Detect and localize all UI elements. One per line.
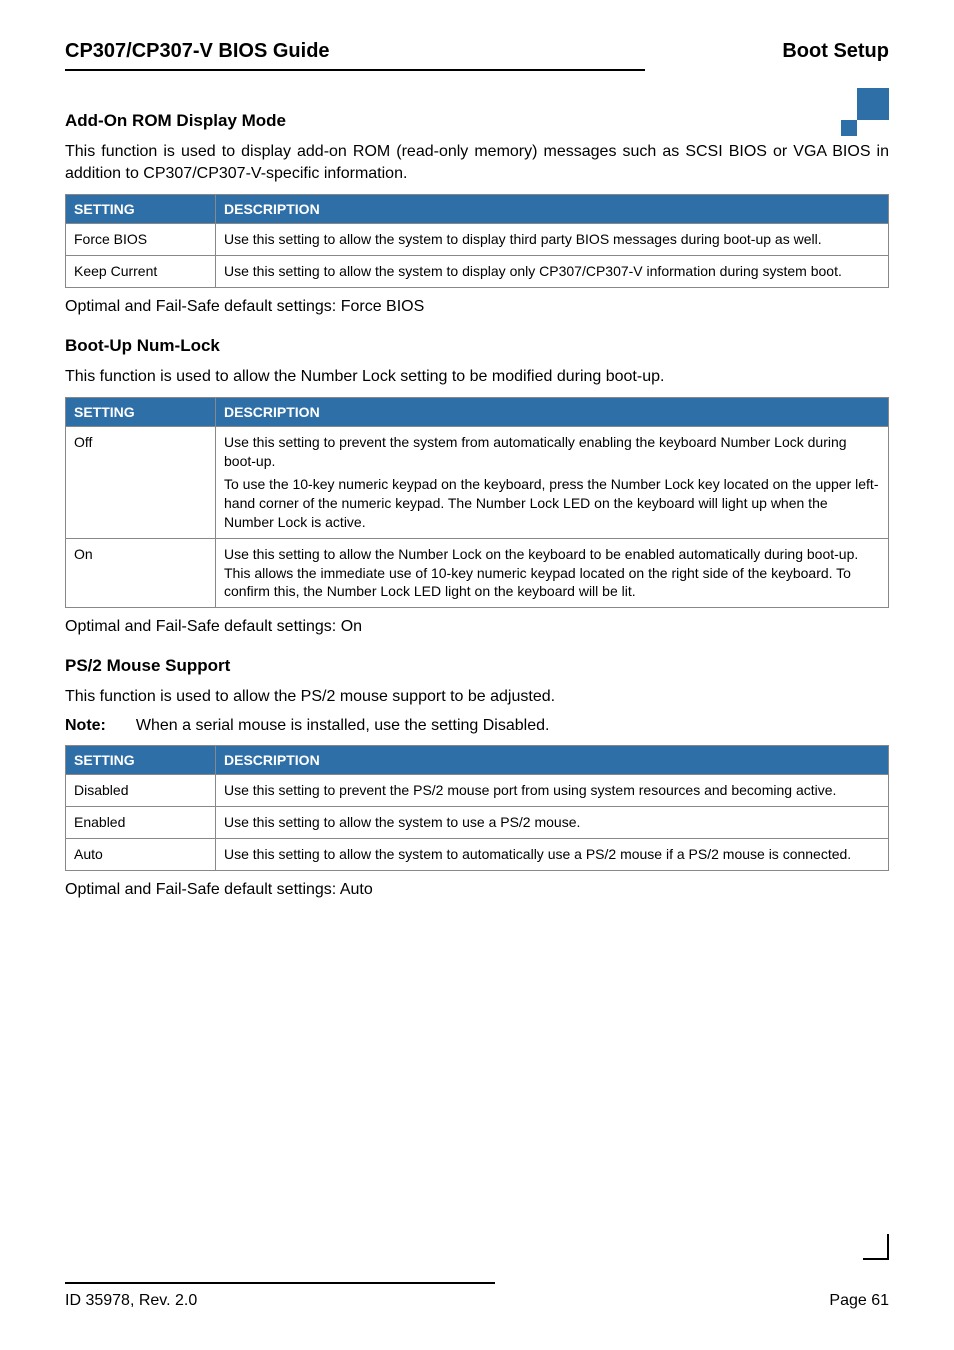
cell-description: Use this setting to allow the system to … bbox=[216, 807, 889, 839]
footer-rule bbox=[65, 1282, 495, 1284]
cell-setting: Force BIOS bbox=[66, 224, 216, 256]
cell-description: Use this setting to allow the Number Loc… bbox=[216, 538, 889, 608]
table-header-setting: SETTING bbox=[66, 398, 216, 427]
page-header: CP307/CP307-V BIOS Guide Boot Setup bbox=[65, 40, 889, 63]
table-header-description: DESCRIPTION bbox=[216, 398, 889, 427]
cell-setting: Enabled bbox=[66, 807, 216, 839]
cell-setting: Auto bbox=[66, 839, 216, 871]
header-left: CP307/CP307-V BIOS Guide bbox=[65, 40, 330, 63]
cell-paragraph: To use the 10-key numeric keypad on the … bbox=[224, 475, 880, 532]
section-intro-numlock: This function is used to allow the Numbe… bbox=[65, 366, 889, 388]
section-title-numlock: Boot-Up Num-Lock bbox=[65, 336, 889, 356]
cell-setting: Keep Current bbox=[66, 256, 216, 288]
cell-setting: On bbox=[66, 538, 216, 608]
table-header-setting: SETTING bbox=[66, 746, 216, 775]
cell-paragraph: Use this setting to prevent the system f… bbox=[224, 433, 880, 471]
table-row: Enabled Use this setting to allow the sy… bbox=[66, 807, 889, 839]
section-footer-numlock: Optimal and Fail-Safe default settings: … bbox=[65, 616, 889, 638]
note-row: Note: When a serial mouse is installed, … bbox=[65, 717, 889, 735]
footer-right: Page 61 bbox=[829, 1292, 889, 1310]
table-header-setting: SETTING bbox=[66, 195, 216, 224]
table-row: Keep Current Use this setting to allow t… bbox=[66, 256, 889, 288]
table-numlock: SETTING DESCRIPTION Off Use this setting… bbox=[65, 397, 889, 608]
table-header-description: DESCRIPTION bbox=[216, 195, 889, 224]
cell-description: Use this setting to allow the system to … bbox=[216, 839, 889, 871]
cell-description: Use this setting to prevent the PS/2 mou… bbox=[216, 775, 889, 807]
header-rule bbox=[65, 69, 645, 71]
table-row: Force BIOS Use this setting to allow the… bbox=[66, 224, 889, 256]
cell-setting: Disabled bbox=[66, 775, 216, 807]
table-row: On Use this setting to allow the Number … bbox=[66, 538, 889, 608]
section-title-addon-rom: Add-On ROM Display Mode bbox=[65, 111, 889, 131]
note-text: When a serial mouse is installed, use th… bbox=[136, 717, 550, 735]
section-intro-ps2: This function is used to allow the PS/2 … bbox=[65, 686, 889, 708]
table-header-description: DESCRIPTION bbox=[216, 746, 889, 775]
decorative-corner-bottom-icon bbox=[863, 1234, 889, 1260]
table-addon-rom: SETTING DESCRIPTION Force BIOS Use this … bbox=[65, 194, 889, 288]
table-row: Auto Use this setting to allow the syste… bbox=[66, 839, 889, 871]
section-footer-ps2: Optimal and Fail-Safe default settings: … bbox=[65, 879, 889, 901]
cell-setting: Off bbox=[66, 427, 216, 538]
page-footer: ID 35978, Rev. 2.0 Page 61 bbox=[65, 1282, 889, 1310]
table-row: Disabled Use this setting to prevent the… bbox=[66, 775, 889, 807]
table-ps2: SETTING DESCRIPTION Disabled Use this se… bbox=[65, 745, 889, 871]
note-label: Note: bbox=[65, 717, 106, 735]
footer-left: ID 35978, Rev. 2.0 bbox=[65, 1292, 197, 1310]
section-title-ps2: PS/2 Mouse Support bbox=[65, 656, 889, 676]
header-right: Boot Setup bbox=[782, 40, 889, 63]
cell-description: Use this setting to allow the system to … bbox=[216, 224, 889, 256]
cell-description: Use this setting to prevent the system f… bbox=[216, 427, 889, 538]
table-row: Off Use this setting to prevent the syst… bbox=[66, 427, 889, 538]
section-footer-addon-rom: Optimal and Fail-Safe default settings: … bbox=[65, 296, 889, 318]
decorative-corner-icon bbox=[829, 88, 889, 148]
section-intro-addon-rom: This function is used to display add-on … bbox=[65, 141, 889, 184]
cell-description: Use this setting to allow the system to … bbox=[216, 256, 889, 288]
